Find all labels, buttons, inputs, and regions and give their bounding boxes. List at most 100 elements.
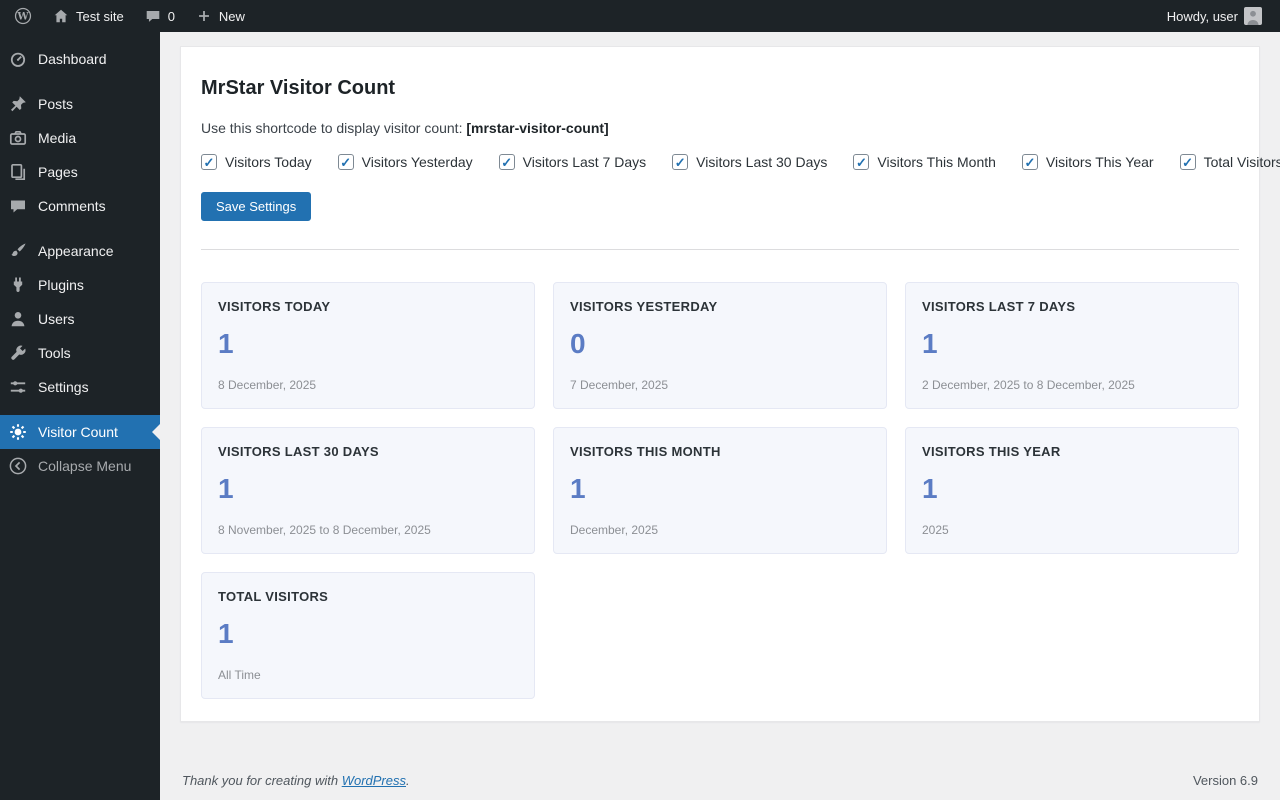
stat-label: VISITORS THIS MONTH <box>570 444 870 459</box>
sidebar-item-label: Media <box>38 130 76 146</box>
stat-card-visitors-this-year: VISITORS THIS YEAR 1 2025 <box>905 427 1239 554</box>
stat-period: 2025 <box>922 523 1222 537</box>
sidebar-item-label: Appearance <box>38 243 114 259</box>
pin-icon <box>8 94 28 114</box>
comments-icon <box>8 196 28 216</box>
stat-period: 7 December, 2025 <box>570 378 870 392</box>
stat-period: 2 December, 2025 to 8 December, 2025 <box>922 378 1222 392</box>
home-icon <box>52 7 70 25</box>
collapse-menu-button[interactable]: Collapse Menu <box>0 449 160 483</box>
checkbox-checked-icon <box>672 154 688 170</box>
checkbox-label: Visitors This Year <box>1046 154 1154 170</box>
new-label: New <box>219 9 245 24</box>
sidebar-item-plugins[interactable]: Plugins <box>0 268 160 302</box>
sidebar-item-visitor-count[interactable]: Visitor Count <box>0 415 160 449</box>
sidebar-item-appearance[interactable]: Appearance <box>0 234 160 268</box>
sidebar-item-label: Settings <box>38 379 89 395</box>
shortcode-value: [mrstar-visitor-count] <box>466 120 608 136</box>
comments-menu[interactable]: 0 <box>134 0 185 32</box>
sliders-icon <box>8 377 28 397</box>
divider <box>201 249 1239 250</box>
stat-card-visitors-yesterday: VISITORS YESTERDAY 0 7 December, 2025 <box>553 282 887 409</box>
howdy-label: Howdy, user <box>1167 9 1238 24</box>
visitor-count-panel: MrStar Visitor Count Use this shortcode … <box>180 46 1260 722</box>
stat-value: 0 <box>570 328 870 360</box>
sidebar-item-label: Visitor Count <box>38 424 118 440</box>
checkbox-visitors-this-month[interactable]: Visitors This Month <box>853 154 996 170</box>
checkbox-visitors-yesterday[interactable]: Visitors Yesterday <box>338 154 473 170</box>
sidebar-item-dashboard[interactable]: Dashboard <box>0 42 160 76</box>
checkbox-visitors-this-year[interactable]: Visitors This Year <box>1022 154 1154 170</box>
wordpress-logo-icon <box>14 7 32 25</box>
checkbox-label: Visitors Today <box>225 154 312 170</box>
sidebar-item-label: Comments <box>38 198 106 214</box>
stat-value: 1 <box>570 473 870 505</box>
wordpress-menu[interactable] <box>4 0 42 32</box>
checkbox-visitors-last-30-days[interactable]: Visitors Last 30 Days <box>672 154 827 170</box>
checkbox-checked-icon <box>1022 154 1038 170</box>
checkbox-checked-icon <box>1180 154 1196 170</box>
stats-grid: VISITORS TODAY 1 8 December, 2025 VISITO… <box>201 282 1239 699</box>
site-name-menu[interactable]: Test site <box>42 0 134 32</box>
sidebar-item-media[interactable]: Media <box>0 121 160 155</box>
checkbox-label: Visitors This Month <box>877 154 996 170</box>
plugin-icon <box>8 275 28 295</box>
gear-icon <box>8 422 28 442</box>
checkbox-checked-icon <box>853 154 869 170</box>
checkbox-checked-icon <box>338 154 354 170</box>
stat-value: 1 <box>922 328 1222 360</box>
admin-footer: Thank you for creating with WordPress. V… <box>160 773 1280 800</box>
page-title: MrStar Visitor Count <box>201 77 1239 100</box>
sidebar-item-tools[interactable]: Tools <box>0 336 160 370</box>
stat-label: VISITORS THIS YEAR <box>922 444 1222 459</box>
wordpress-link[interactable]: WordPress <box>342 773 406 788</box>
sidebar-item-label: Tools <box>38 345 71 361</box>
stat-card-visitors-today: VISITORS TODAY 1 8 December, 2025 <box>201 282 535 409</box>
sidebar-item-label: Dashboard <box>38 51 107 67</box>
new-content-menu[interactable]: New <box>185 0 255 32</box>
brush-icon <box>8 241 28 261</box>
stat-period: All Time <box>218 668 518 682</box>
save-settings-button[interactable]: Save Settings <box>201 192 311 221</box>
admin-bar: Test site 0 New Howdy, user <box>0 0 1280 32</box>
admin-bar-left: Test site 0 New <box>0 0 255 32</box>
camera-icon <box>8 128 28 148</box>
shortcode-instruction: Use this shortcode to display visitor co… <box>201 120 1239 136</box>
footer-version: Version 6.9 <box>1193 773 1258 788</box>
checkbox-visitors-today[interactable]: Visitors Today <box>201 154 312 170</box>
display-options-row: Visitors Today Visitors Yesterday Visito… <box>201 154 1239 170</box>
checkbox-label: Visitors Last 7 Days <box>523 154 646 170</box>
stat-label: VISITORS YESTERDAY <box>570 299 870 314</box>
content-area: MrStar Visitor Count Use this shortcode … <box>160 32 1280 800</box>
site-name: Test site <box>76 9 124 24</box>
sidebar-item-pages[interactable]: Pages <box>0 155 160 189</box>
comment-bubble-icon <box>144 7 162 25</box>
stat-period: 8 November, 2025 to 8 December, 2025 <box>218 523 518 537</box>
stat-card-total-visitors: TOTAL VISITORS 1 All Time <box>201 572 535 699</box>
thanks-text: Thank you for creating with <box>182 773 342 788</box>
sidebar-item-posts[interactable]: Posts <box>0 87 160 121</box>
stat-card-visitors-last-30-days: VISITORS LAST 30 DAYS 1 8 November, 2025… <box>201 427 535 554</box>
footer-thanks: Thank you for creating with WordPress. <box>182 773 410 788</box>
admin-sidebar: Dashboard Posts Media Pages Comments App… <box>0 32 160 800</box>
sidebar-item-settings[interactable]: Settings <box>0 370 160 404</box>
account-menu[interactable]: Howdy, user <box>1157 0 1272 32</box>
collapse-arrow-icon <box>8 456 28 476</box>
stat-value: 1 <box>218 618 518 650</box>
collapse-menu-label: Collapse Menu <box>38 458 131 474</box>
dashboard-icon <box>8 49 28 69</box>
shortcode-label: Use this shortcode to display visitor co… <box>201 120 466 136</box>
thanks-suffix: . <box>406 773 410 788</box>
checkbox-label: Visitors Last 30 Days <box>696 154 827 170</box>
checkbox-visitors-last-7-days[interactable]: Visitors Last 7 Days <box>499 154 646 170</box>
checkbox-label: Visitors Yesterday <box>362 154 473 170</box>
checkbox-checked-icon <box>201 154 217 170</box>
checkbox-checked-icon <box>499 154 515 170</box>
stat-value: 1 <box>922 473 1222 505</box>
sidebar-item-comments[interactable]: Comments <box>0 189 160 223</box>
stat-value: 1 <box>218 473 518 505</box>
checkbox-total-visitors[interactable]: Total Visitors <box>1180 154 1280 170</box>
stat-label: TOTAL VISITORS <box>218 589 518 604</box>
stat-period: December, 2025 <box>570 523 870 537</box>
sidebar-item-users[interactable]: Users <box>0 302 160 336</box>
